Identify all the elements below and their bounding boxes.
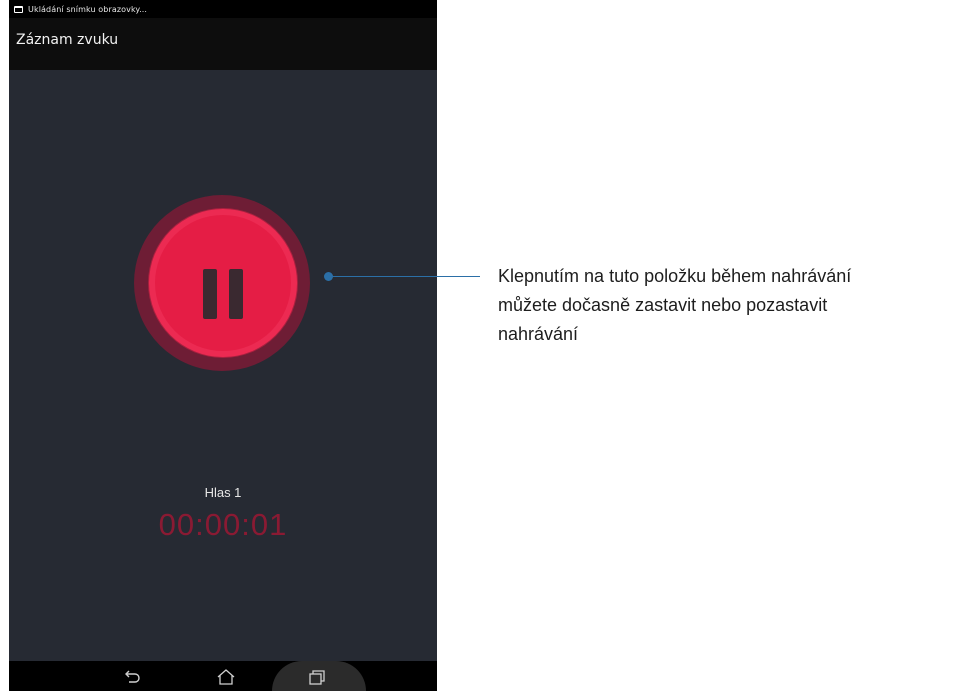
home-button[interactable] <box>212 666 240 688</box>
recent-apps-icon <box>309 670 325 685</box>
back-icon <box>125 670 140 683</box>
back-button[interactable] <box>119 666 147 688</box>
recent-apps-button[interactable] <box>303 666 331 688</box>
device-screen: Ukládání snímku obrazovky... Záznam zvuk… <box>9 0 437 691</box>
callout-line-2: můžete dočasně zastavit nebo pozastavit <box>498 295 828 315</box>
navigation-bar <box>9 661 437 691</box>
callout-line <box>330 276 480 277</box>
app-header: Záznam zvuku <box>9 18 437 70</box>
recording-timer: 00:00:01 <box>158 507 288 542</box>
callout-text: Klepnutím na tuto položku během nahráván… <box>498 262 948 349</box>
home-icon <box>217 669 235 685</box>
callout-line-1: Klepnutím na tuto položku během nahráván… <box>498 266 852 286</box>
status-notification: Ukládání snímku obrazovky... <box>28 4 148 14</box>
app-title: Záznam zvuku <box>16 32 119 48</box>
screenshot-icon <box>14 5 23 13</box>
status-bar: Ukládání snímku obrazovky... <box>9 0 437 18</box>
pause-button[interactable] <box>155 215 291 351</box>
pause-icon <box>203 269 217 319</box>
recording-name: Hlas 1 <box>204 485 242 500</box>
callout-line-3: nahrávání <box>498 324 579 344</box>
pause-icon-bar <box>229 269 243 319</box>
